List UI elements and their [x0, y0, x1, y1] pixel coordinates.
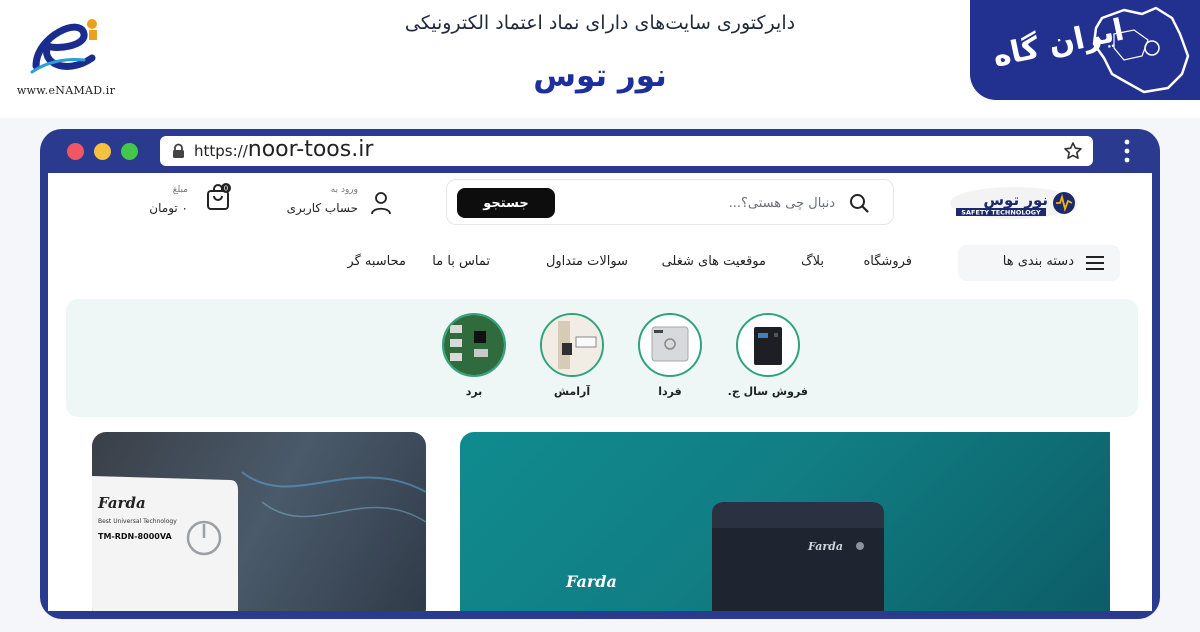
- lock-icon: [173, 143, 184, 158]
- page-viewport: نور توس SAFETY TECHNOLOGY جستجو ورود به …: [48, 173, 1152, 611]
- irangah-logo[interactable]: ایران گاه: [970, 0, 1200, 100]
- nav-link-faq[interactable]: سوالات متداول: [546, 254, 628, 269]
- ups-product-image: [712, 502, 884, 611]
- categories-menu-label: دسته بندی ها: [1002, 254, 1074, 269]
- category-label: فردا: [658, 385, 682, 398]
- address-bar[interactable]: https://noor-toos.ir: [160, 136, 1093, 166]
- minimize-window-button[interactable]: [94, 143, 111, 160]
- search-icon[interactable]: [849, 193, 869, 213]
- ups-brand: Farda: [566, 572, 617, 591]
- nav-link-careers[interactable]: موقعیت های شغلی: [662, 254, 766, 269]
- site-name-heading: نور توس: [533, 58, 667, 94]
- category-image-ups: [736, 313, 800, 377]
- category-item[interactable]: فروش سال ج...: [728, 313, 808, 403]
- bookmark-star-icon[interactable]: [1063, 141, 1083, 161]
- search-bar: جستجو: [446, 179, 894, 225]
- promo-banner-stabilizer[interactable]: Farda Best Universal Technology TM-RDN-8…: [92, 432, 426, 611]
- logo-text: نور توس: [983, 191, 1048, 209]
- account-link[interactable]: ورود به حساب کاربری: [276, 185, 392, 223]
- hamburger-menu-icon: [1086, 256, 1104, 270]
- directory-banner: www.eNAMAD.ir دایرکتوری سایت‌های دارای ن…: [0, 0, 1200, 118]
- category-image-farda: [638, 313, 702, 377]
- category-item[interactable]: فردا: [630, 313, 710, 403]
- search-button[interactable]: جستجو: [457, 188, 555, 218]
- promo-banner-ups[interactable]: Farda Farda: [460, 432, 1110, 611]
- account-label: حساب کاربری: [286, 201, 358, 215]
- cart-total: ۰ تومان: [149, 201, 188, 215]
- category-label: آرامش: [553, 385, 591, 398]
- browser-menu-icon[interactable]: [1124, 139, 1130, 163]
- nav-link-shop[interactable]: فروشگاه: [863, 254, 912, 269]
- url-domain: noor-toos.ir: [247, 137, 374, 162]
- url-protocol: https://: [194, 142, 248, 160]
- directory-title: دایرکتوری سایت‌های دارای نماد اعتماد الک…: [404, 12, 796, 34]
- user-icon: [371, 192, 391, 215]
- browser-window: https://noor-toos.ir نور توس SAFETY TECH…: [40, 129, 1160, 619]
- account-sub-label: ورود به: [330, 185, 358, 195]
- cart-button[interactable]: 0 مبلغ ۰ تومان: [132, 183, 232, 223]
- nav-link-calculator[interactable]: محاسبه گر: [347, 254, 406, 269]
- url-text: https://noor-toos.ir: [194, 137, 373, 162]
- shopping-bag-icon: 0: [207, 183, 231, 210]
- category-label: برد: [465, 385, 483, 398]
- noor-toos-logo[interactable]: نور توس SAFETY TECHNOLOGY: [948, 183, 1080, 221]
- logo-subtext: SAFETY TECHNOLOGY: [961, 209, 1041, 217]
- enamad-logo-icon: [30, 19, 97, 74]
- search-input[interactable]: [585, 192, 835, 214]
- enamad-url: www.eNAMAD.ir: [16, 84, 116, 97]
- ups-device-brand: Farda: [808, 540, 843, 553]
- category-item[interactable]: آرامش: [532, 313, 612, 403]
- stabilizer-tech-label: Best Universal Technology: [98, 518, 177, 525]
- nav-link-blog[interactable]: بلاگ: [801, 254, 824, 269]
- cart-count-badge: 0: [224, 185, 228, 193]
- category-image-board: [442, 313, 506, 377]
- category-strip: فروش سال ج... فردا آرامش برد: [66, 299, 1138, 417]
- enamad-badge[interactable]: www.eNAMAD.ir: [8, 4, 118, 100]
- category-label: فروش سال ج...: [728, 385, 808, 398]
- stabilizer-model: TM-RDN-8000VA: [98, 532, 172, 541]
- maximize-window-button[interactable]: [121, 143, 138, 160]
- close-window-button[interactable]: [67, 143, 84, 160]
- browser-toolbar: https://noor-toos.ir: [48, 129, 1152, 173]
- category-image-aramesh: [540, 313, 604, 377]
- category-item[interactable]: برد: [434, 313, 514, 403]
- categories-menu-button[interactable]: دسته بندی ها: [958, 245, 1120, 281]
- stabilizer-brand: Farda: [98, 494, 146, 512]
- nav-link-contact[interactable]: تماس با ما: [432, 254, 490, 269]
- cart-sub-label: مبلغ: [172, 185, 188, 195]
